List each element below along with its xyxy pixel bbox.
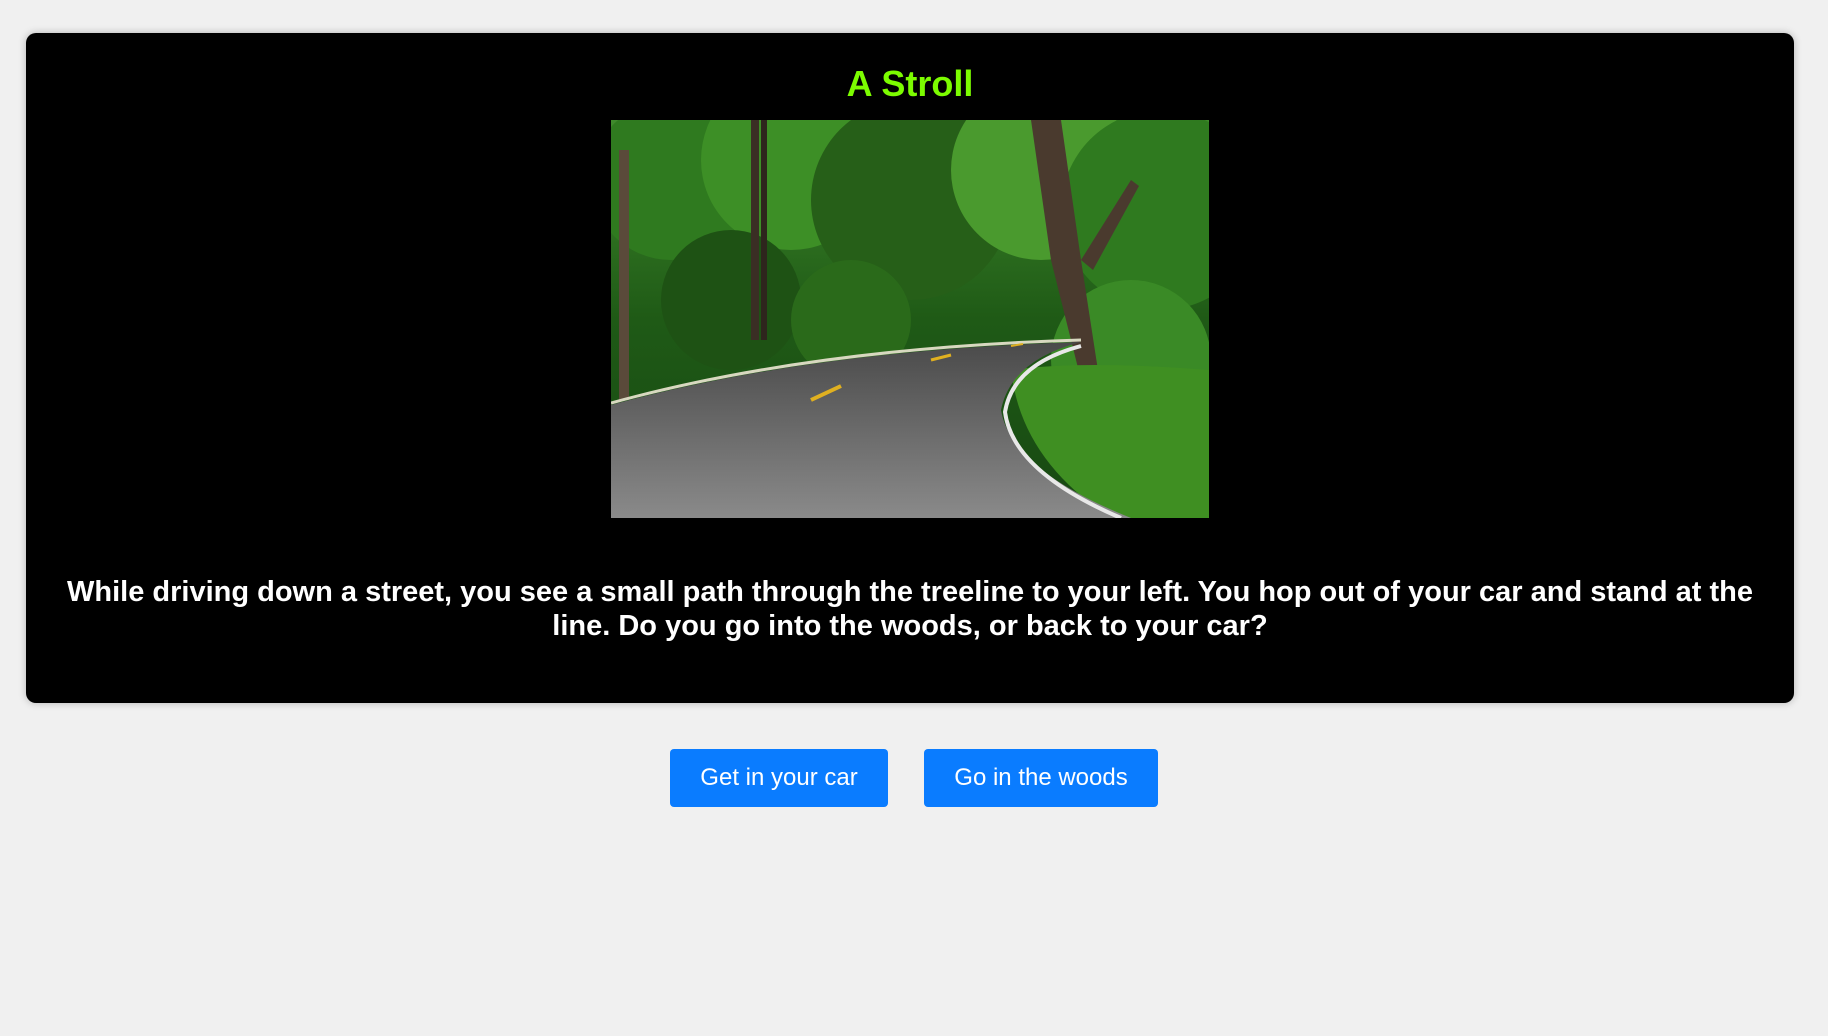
story-text: While driving down a street, you see a s… <box>67 576 1753 642</box>
go-in-woods-button[interactable]: Go in the woods <box>924 749 1158 807</box>
choice-buttons: Get in your car Go in the woods <box>0 749 1828 807</box>
get-in-car-button[interactable]: Get in your car <box>670 749 888 807</box>
forest-road-image <box>611 120 1209 518</box>
story-card: A Stroll While driving down a street, yo… <box>26 33 1794 703</box>
story-title: A Stroll <box>846 63 974 104</box>
